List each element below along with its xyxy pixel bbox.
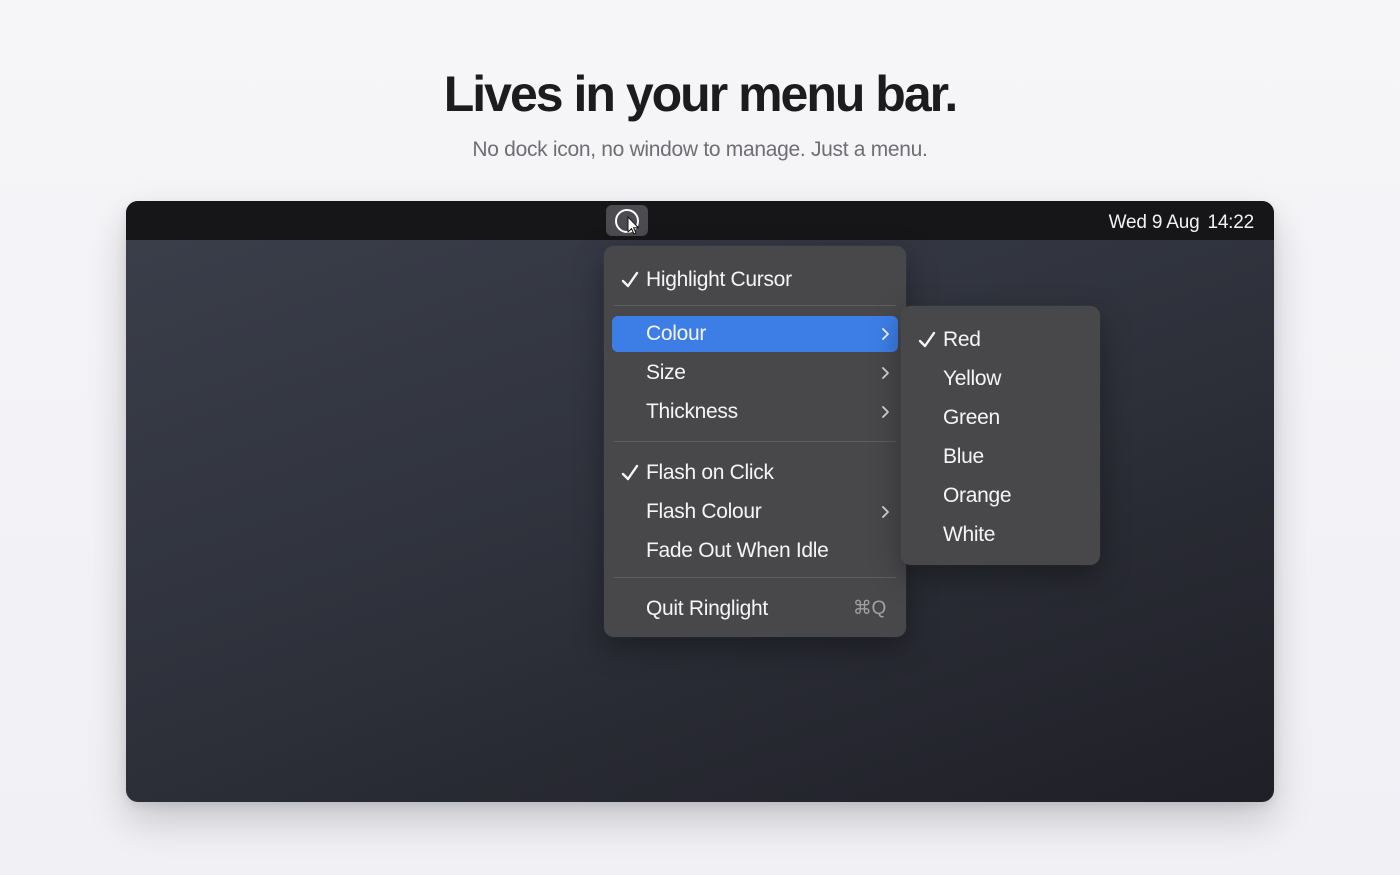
clock-time: 14:22 (1207, 212, 1254, 233)
menu-separator (614, 577, 896, 578)
menu-item-size[interactable]: Size (612, 355, 898, 391)
menu-item-label: Fade Out When Idle (646, 539, 829, 562)
colour-option-label: Red (943, 328, 981, 351)
menu-item-label: Size (646, 361, 686, 384)
colour-option-yellow[interactable]: Yellow (909, 361, 1092, 397)
menu-item-quit-ringlight[interactable]: Quit Ringlight ⌘Q (612, 591, 898, 627)
checkmark-icon (621, 271, 639, 288)
menu-item-label: Thickness (646, 400, 738, 423)
menu-item-flash-on-click[interactable]: Flash on Click (612, 455, 898, 491)
colour-option-green[interactable]: Green (909, 400, 1092, 436)
colour-option-label: Yellow (943, 367, 1002, 390)
colour-submenu: Red Yellow Green Blue Orange White (901, 306, 1100, 565)
desktop-screen: Wed 9 Aug 14:22 Highlight Cursor Colour S… (126, 201, 1274, 802)
colour-option-label: Blue (943, 445, 984, 468)
colour-option-blue[interactable]: Blue (909, 439, 1092, 475)
menu-separator (614, 305, 896, 306)
chevron-right-icon (882, 328, 889, 340)
menu-item-label: Highlight Cursor (646, 268, 792, 291)
clock-date: Wed 9 Aug (1108, 212, 1200, 233)
ring-cursor-icon (615, 209, 640, 235)
chevron-right-icon (882, 367, 889, 379)
ringlight-menu: Highlight Cursor Colour Size Thickness F… (604, 246, 906, 637)
menu-item-colour[interactable]: Colour (612, 316, 898, 352)
menu-item-thickness[interactable]: Thickness (612, 394, 898, 430)
checkmark-icon (918, 331, 936, 348)
menu-item-highlight-cursor[interactable]: Highlight Cursor (612, 262, 898, 298)
menu-item-label: Colour (646, 322, 707, 345)
menu-item-label: Quit Ringlight (646, 597, 768, 620)
chevron-right-icon (882, 406, 889, 418)
menu-separator (614, 441, 896, 442)
menu-item-fade-out-when-idle[interactable]: Fade Out When Idle (612, 533, 898, 569)
chevron-right-icon (882, 506, 889, 518)
keyboard-shortcut: ⌘Q (852, 598, 886, 619)
checkmark-icon (621, 464, 639, 481)
menu-item-flash-colour[interactable]: Flash Colour (612, 494, 898, 530)
ringlight-status-item[interactable] (606, 205, 648, 236)
colour-option-label: Orange (943, 484, 1012, 507)
colour-option-red[interactable]: Red (909, 322, 1092, 358)
colour-option-label: Green (943, 406, 1000, 429)
menu-item-label: Flash on Click (646, 461, 774, 484)
page-subtitle: No dock icon, no window to manage. Just … (472, 138, 928, 161)
colour-option-white[interactable]: White (909, 517, 1092, 553)
page-title: Lives in your menu bar. (443, 66, 959, 122)
colour-option-orange[interactable]: Orange (909, 478, 1092, 514)
menubar-clock[interactable]: Wed 9 Aug 14:22 (1109, 201, 1255, 240)
menu-bar: Wed 9 Aug 14:22 (126, 201, 1274, 240)
colour-option-label: White (943, 523, 996, 546)
menu-item-label: Flash Colour (646, 500, 762, 523)
